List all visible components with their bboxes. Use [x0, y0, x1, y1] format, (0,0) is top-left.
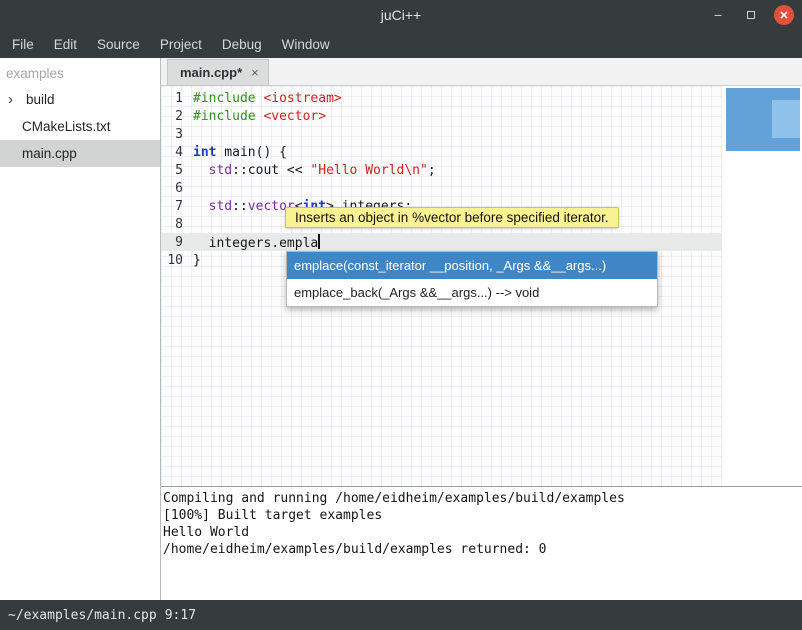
project-name-label: examples — [0, 58, 160, 86]
editor-line[interactable]: 3 — [161, 125, 722, 143]
menu-debug[interactable]: Debug — [212, 30, 272, 58]
code-text: } — [183, 253, 201, 268]
sidebar-item-main-cpp[interactable]: main.cpp — [0, 140, 160, 167]
menu-file[interactable]: File — [2, 30, 44, 58]
close-icon: ✕ — [779, 9, 788, 22]
line-number: 9 — [161, 235, 183, 250]
code-text: #include <vector> — [183, 109, 326, 124]
editor-line[interactable]: 1#include <iostream> — [161, 89, 722, 107]
scrollbar-strip — [723, 86, 802, 486]
menubar: FileEditSourceProjectDebugWindow — [0, 30, 802, 58]
line-number: 5 — [161, 163, 183, 178]
status-cursor-position: 9:17 — [165, 608, 196, 623]
tree-item-label: CMakeLists.txt — [22, 119, 111, 134]
text-caret — [318, 234, 320, 249]
statusbar: ~/examples/main.cpp 9:17 — [0, 600, 802, 630]
editor-line[interactable]: 4int main() { — [161, 143, 722, 161]
editor-line[interactable]: 9 integers.empla — [161, 233, 722, 251]
editor-region: 1#include <iostream>2#include <vector>34… — [161, 86, 802, 486]
terminal-line: [100%] Built target examples — [163, 507, 802, 524]
file-tree-panel: examples › build CMakeLists.txt main.cpp — [0, 58, 161, 600]
scrollbar-thumb-highlight — [772, 100, 800, 138]
code-text: #include <iostream> — [183, 91, 342, 106]
sidebar-item-build[interactable]: › build — [0, 86, 160, 113]
titlebar[interactable]: juCi++ − ✕ — [0, 0, 802, 30]
line-number: 7 — [161, 199, 183, 214]
expander-icon[interactable]: › — [8, 90, 13, 107]
line-number: 2 — [161, 109, 183, 124]
line-number: 8 — [161, 217, 183, 232]
status-file-path: ~/examples/main.cpp — [8, 608, 157, 623]
tab-main-cpp[interactable]: main.cpp* × — [167, 59, 269, 85]
code-text: std::cout << "Hello World\n"; — [183, 163, 436, 178]
terminal-line: Hello World — [163, 524, 802, 541]
menu-source[interactable]: Source — [87, 30, 150, 58]
autocomplete-popup: emplace(const_iterator __position, _Args… — [286, 251, 658, 307]
sidebar-item-cmakelists-txt[interactable]: CMakeLists.txt — [0, 113, 160, 140]
doc-tooltip: Inserts an object in %vector before spec… — [285, 207, 619, 228]
line-number: 6 — [161, 181, 183, 196]
scrollbar-thumb[interactable] — [726, 88, 800, 151]
line-number: 3 — [161, 127, 183, 142]
line-number: 4 — [161, 145, 183, 160]
close-button[interactable]: ✕ — [774, 5, 794, 25]
menu-edit[interactable]: Edit — [44, 30, 87, 58]
editor-line[interactable]: 6 — [161, 179, 722, 197]
minimize-button[interactable]: − — [708, 5, 728, 25]
editor-column: main.cpp* × 1#include <iostream>2#includ… — [161, 58, 802, 600]
tree-item-label: build — [26, 92, 55, 107]
window-controls: − ✕ — [708, 0, 794, 30]
main-area: examples › build CMakeLists.txt main.cpp ma… — [0, 58, 802, 600]
completion-item[interactable]: emplace_back(_Args &&__args...) --> void — [287, 279, 657, 306]
app-window: juCi++ − ✕ FileEditSourceProjectDebugWin… — [0, 0, 802, 630]
restore-icon — [747, 11, 755, 19]
window-title: juCi++ — [0, 7, 802, 23]
editor-line[interactable]: 2#include <vector> — [161, 107, 722, 125]
tabbar: main.cpp* × — [161, 58, 802, 86]
terminal-line: Compiling and running /home/eidheim/exam… — [163, 490, 802, 507]
menu-window[interactable]: Window — [272, 30, 340, 58]
file-tree: › build CMakeLists.txt main.cpp — [0, 86, 160, 167]
tab-close-icon[interactable]: × — [251, 65, 259, 80]
completion-item[interactable]: emplace(const_iterator __position, _Args… — [287, 252, 657, 279]
minimize-icon: − — [714, 7, 722, 23]
restore-button[interactable] — [741, 5, 761, 25]
editor-line[interactable]: 5 std::cout << "Hello World\n"; — [161, 161, 722, 179]
line-number: 10 — [161, 253, 183, 268]
tree-item-label: main.cpp — [22, 146, 77, 161]
code-text: int main() { — [183, 145, 287, 160]
line-number: 1 — [161, 91, 183, 106]
menu-project[interactable]: Project — [150, 30, 212, 58]
tab-label: main.cpp* — [180, 65, 242, 80]
terminal-line: /home/eidheim/examples/build/examples re… — [163, 541, 802, 558]
build-output-panel[interactable]: Compiling and running /home/eidheim/exam… — [161, 486, 802, 600]
code-text: integers.empla — [183, 234, 320, 251]
